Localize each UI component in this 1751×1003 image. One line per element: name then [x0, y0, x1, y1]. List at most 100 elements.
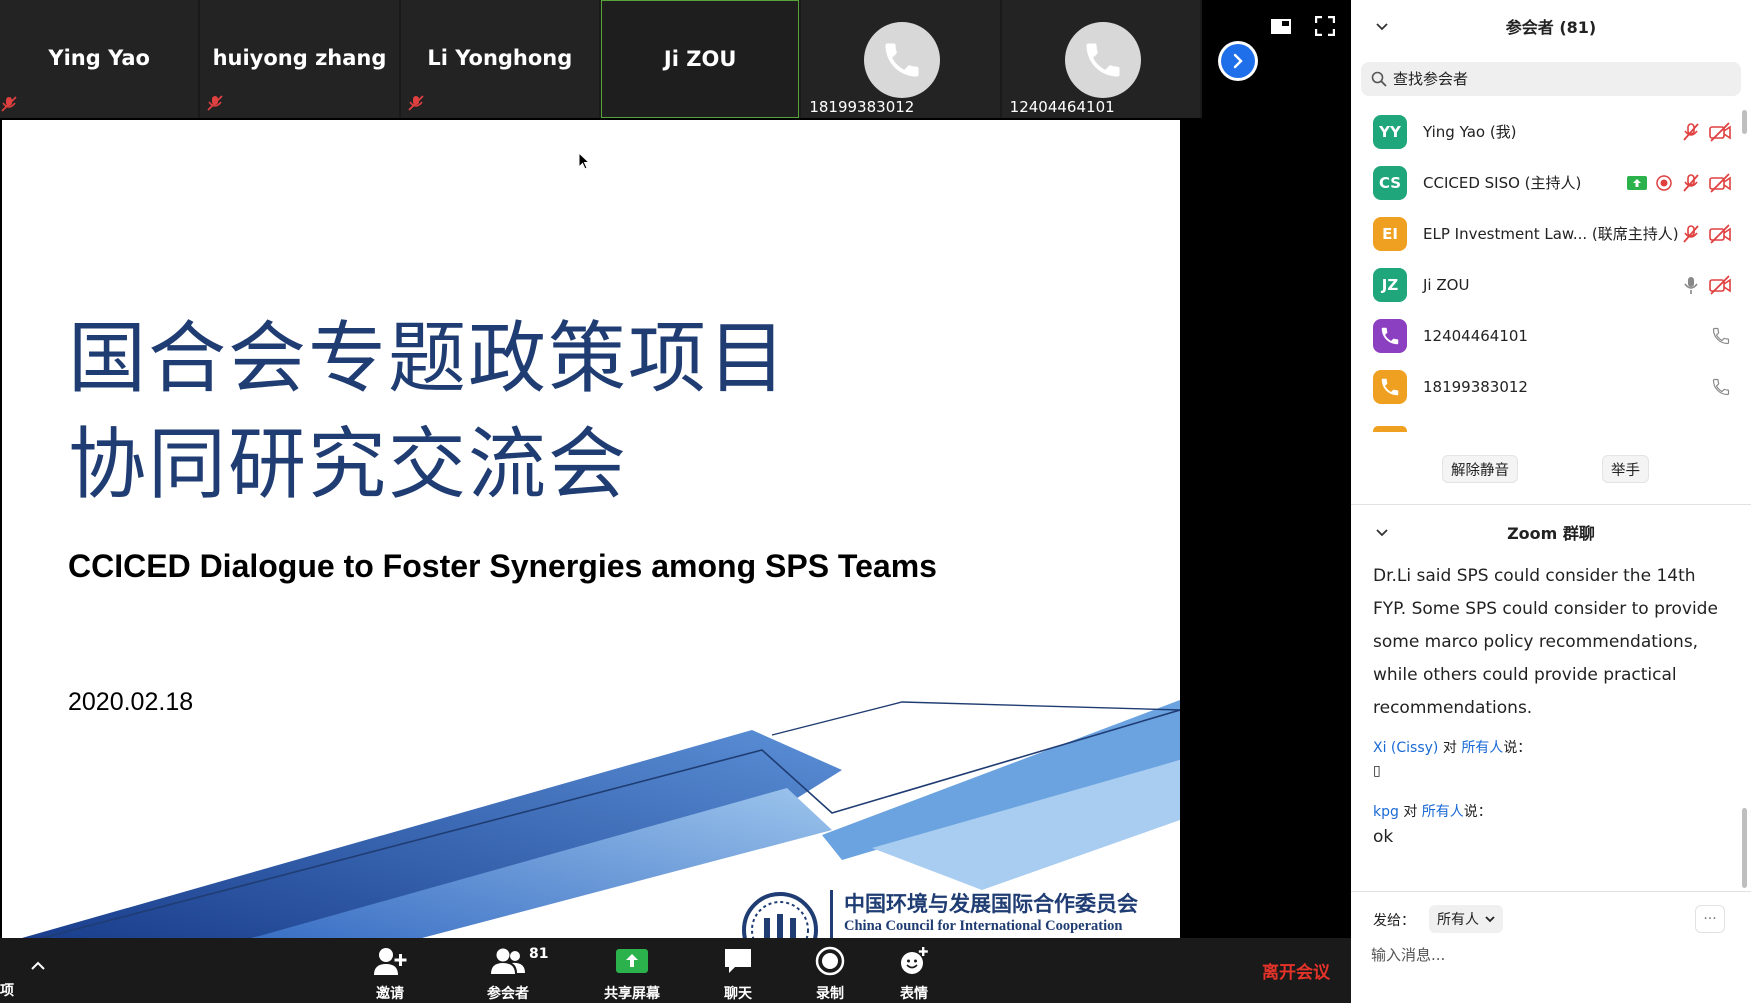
participant-row[interactable]: JZ Ji ZOU	[1351, 259, 1751, 310]
phone-avatar	[864, 22, 941, 98]
side-panel: 参会者 (81) YY Ying Yao (我) CS CCICED SISO …	[1351, 0, 1751, 1003]
participants-panel-header: 参会者 (81)	[1351, 0, 1751, 52]
emoji-icon	[896, 944, 932, 978]
phone-icon	[885, 43, 919, 77]
participant-name: 18199383012	[1423, 377, 1528, 396]
invite-button[interactable]: 邀请	[372, 944, 408, 1003]
send-to-dropdown[interactable]: 所有人	[1429, 905, 1503, 933]
chat-message-text: ok	[1373, 827, 1394, 847]
recording-icon	[1656, 174, 1672, 191]
tile-phone-number: 12404464101	[1009, 98, 1115, 116]
participant-name: ELP Investment Law... (联席主持人)	[1423, 225, 1679, 243]
slide-title: 国合会专题政策项目 协同研究交流会	[68, 306, 788, 518]
record-icon	[812, 944, 848, 978]
chat-sender[interactable]: Xi (Cissy)	[1373, 740, 1438, 756]
muted-mic-icon	[1, 96, 17, 112]
participants-list: YY Ying Yao (我) CS CCICED SISO (主持人) EI …	[1351, 106, 1751, 432]
participant-name: Ji ZOU	[1423, 275, 1470, 294]
phone-icon	[1086, 43, 1120, 77]
participants-label: 参会者	[487, 986, 529, 1002]
participants-scrollbar[interactable]	[1742, 110, 1747, 432]
participant-status-icons	[1681, 121, 1731, 142]
mic-on-icon[interactable]	[1681, 275, 1701, 295]
search-icon	[1371, 71, 1387, 87]
phone-avatar	[1373, 318, 1407, 353]
participant-row[interactable]: 18199383012	[1351, 361, 1751, 412]
chat-message-text: ▯	[1373, 763, 1381, 779]
video-tile-phone-18199383012[interactable]: 18199383012	[801, 0, 1000, 118]
video-off-icon[interactable]	[1709, 172, 1731, 193]
video-off-icon[interactable]	[1709, 223, 1731, 244]
participant-name: Ying Yao (我)	[1423, 123, 1517, 141]
participant-status-icons	[1711, 377, 1731, 397]
chat-button[interactable]: 聊天	[720, 944, 756, 1003]
muted-mic-icon	[408, 95, 424, 111]
chat-messages: Dr.Li said SPS could consider the 14th F…	[1373, 560, 1733, 890]
participant-count-badge: 81	[529, 946, 549, 962]
video-off-icon[interactable]	[1709, 121, 1731, 142]
add-person-icon	[372, 944, 408, 978]
participant-row[interactable]: EI ELP Investment Law... (联席主持人)	[1351, 208, 1751, 259]
muted-mic-icon	[207, 95, 223, 111]
org-name-english: China Council for International Cooperat…	[844, 918, 1123, 934]
avatar	[1373, 426, 1407, 432]
video-tile-li-yonghong[interactable]: Li Yonghong	[400, 0, 599, 118]
scrollbar-thumb[interactable]	[1742, 110, 1747, 134]
chevron-down-icon	[1485, 916, 1495, 923]
shared-screen-slide: 国合会专题政策项目 协同研究交流会 CCICED Dialogue to Fos…	[2, 120, 1180, 938]
record-button[interactable]: 录制	[812, 944, 848, 1003]
participant-row[interactable]: YY Ying Yao (我)	[1351, 106, 1751, 157]
tile-name: Ying Yao	[48, 46, 150, 70]
participant-row[interactable]: 12404464101	[1351, 310, 1751, 361]
chat-recipient[interactable]: 所有人	[1422, 804, 1464, 820]
panel-divider	[1351, 504, 1751, 505]
view-layout-icon[interactable]	[1270, 16, 1292, 36]
phone-avatar	[1373, 369, 1407, 404]
avatar: JZ	[1373, 267, 1407, 302]
chat-message-input[interactable]	[1371, 940, 1731, 970]
meeting-toolbar: 项 邀请 参会者 81 共享屏幕 聊天 录制 表情 离开会议	[0, 938, 1351, 1003]
tile-name: Li Yonghong	[427, 46, 573, 70]
chevron-down-icon[interactable]	[1375, 20, 1389, 34]
chat-scrollbar[interactable]	[1742, 808, 1747, 888]
participant-search-input[interactable]	[1393, 70, 1713, 88]
share-screen-icon	[614, 944, 650, 978]
video-tile-ji-zou-speaking[interactable]: Ji ZOU	[600, 0, 800, 118]
phone-audio-icon	[1712, 378, 1730, 395]
chat-to-word: 对	[1403, 804, 1418, 820]
video-strip: Ying Yao huiyong zhang Li Yonghong Ji ZO…	[0, 0, 1202, 118]
cciced-logo-icon	[742, 892, 818, 938]
muted-mic-icon[interactable]	[1681, 122, 1701, 142]
video-tile-ying-yao[interactable]: Ying Yao	[0, 0, 199, 118]
more-options-button[interactable]: ···	[1695, 905, 1725, 933]
avatar: YY	[1373, 114, 1407, 149]
raise-hand-button[interactable]: 举手	[1602, 455, 1649, 483]
slide-date: 2020.02.18	[68, 688, 194, 716]
chat-sender[interactable]: kpg	[1373, 804, 1399, 820]
mouse-cursor-icon	[578, 152, 590, 170]
chevron-up-icon[interactable]	[30, 958, 46, 974]
video-tile-phone-12404464101[interactable]: 12404464101	[1001, 0, 1200, 118]
slide-decoration	[22, 700, 1180, 938]
chat-label: 聊天	[724, 986, 752, 1002]
participants-button[interactable]: 参会者	[487, 944, 529, 1003]
chat-bubble-icon	[720, 944, 756, 978]
tile-name: Ji ZOU	[663, 47, 737, 71]
muted-mic-icon[interactable]	[1681, 224, 1701, 244]
next-video-page-button[interactable]	[1218, 41, 1258, 81]
chat-recipient[interactable]: 所有人	[1461, 740, 1503, 756]
leave-meeting-button[interactable]: 离开会议	[1262, 958, 1330, 983]
participant-status-icons	[1681, 223, 1731, 244]
participant-row-partial[interactable]	[1351, 412, 1751, 432]
share-screen-button[interactable]: 共享屏幕	[604, 944, 660, 1003]
video-off-icon[interactable]	[1709, 274, 1731, 295]
phone-icon	[1381, 378, 1399, 395]
participant-search-box[interactable]	[1361, 62, 1741, 96]
muted-mic-icon[interactable]	[1681, 173, 1701, 193]
chevron-down-icon[interactable]	[1375, 526, 1389, 540]
video-tile-huiyong-zhang[interactable]: huiyong zhang	[200, 0, 399, 118]
unmute-button[interactable]: 解除静音	[1442, 455, 1518, 483]
fullscreen-icon[interactable]	[1315, 16, 1335, 36]
participant-row[interactable]: CS CCICED SISO (主持人)	[1351, 157, 1751, 208]
reactions-button[interactable]: 表情	[896, 944, 932, 1003]
